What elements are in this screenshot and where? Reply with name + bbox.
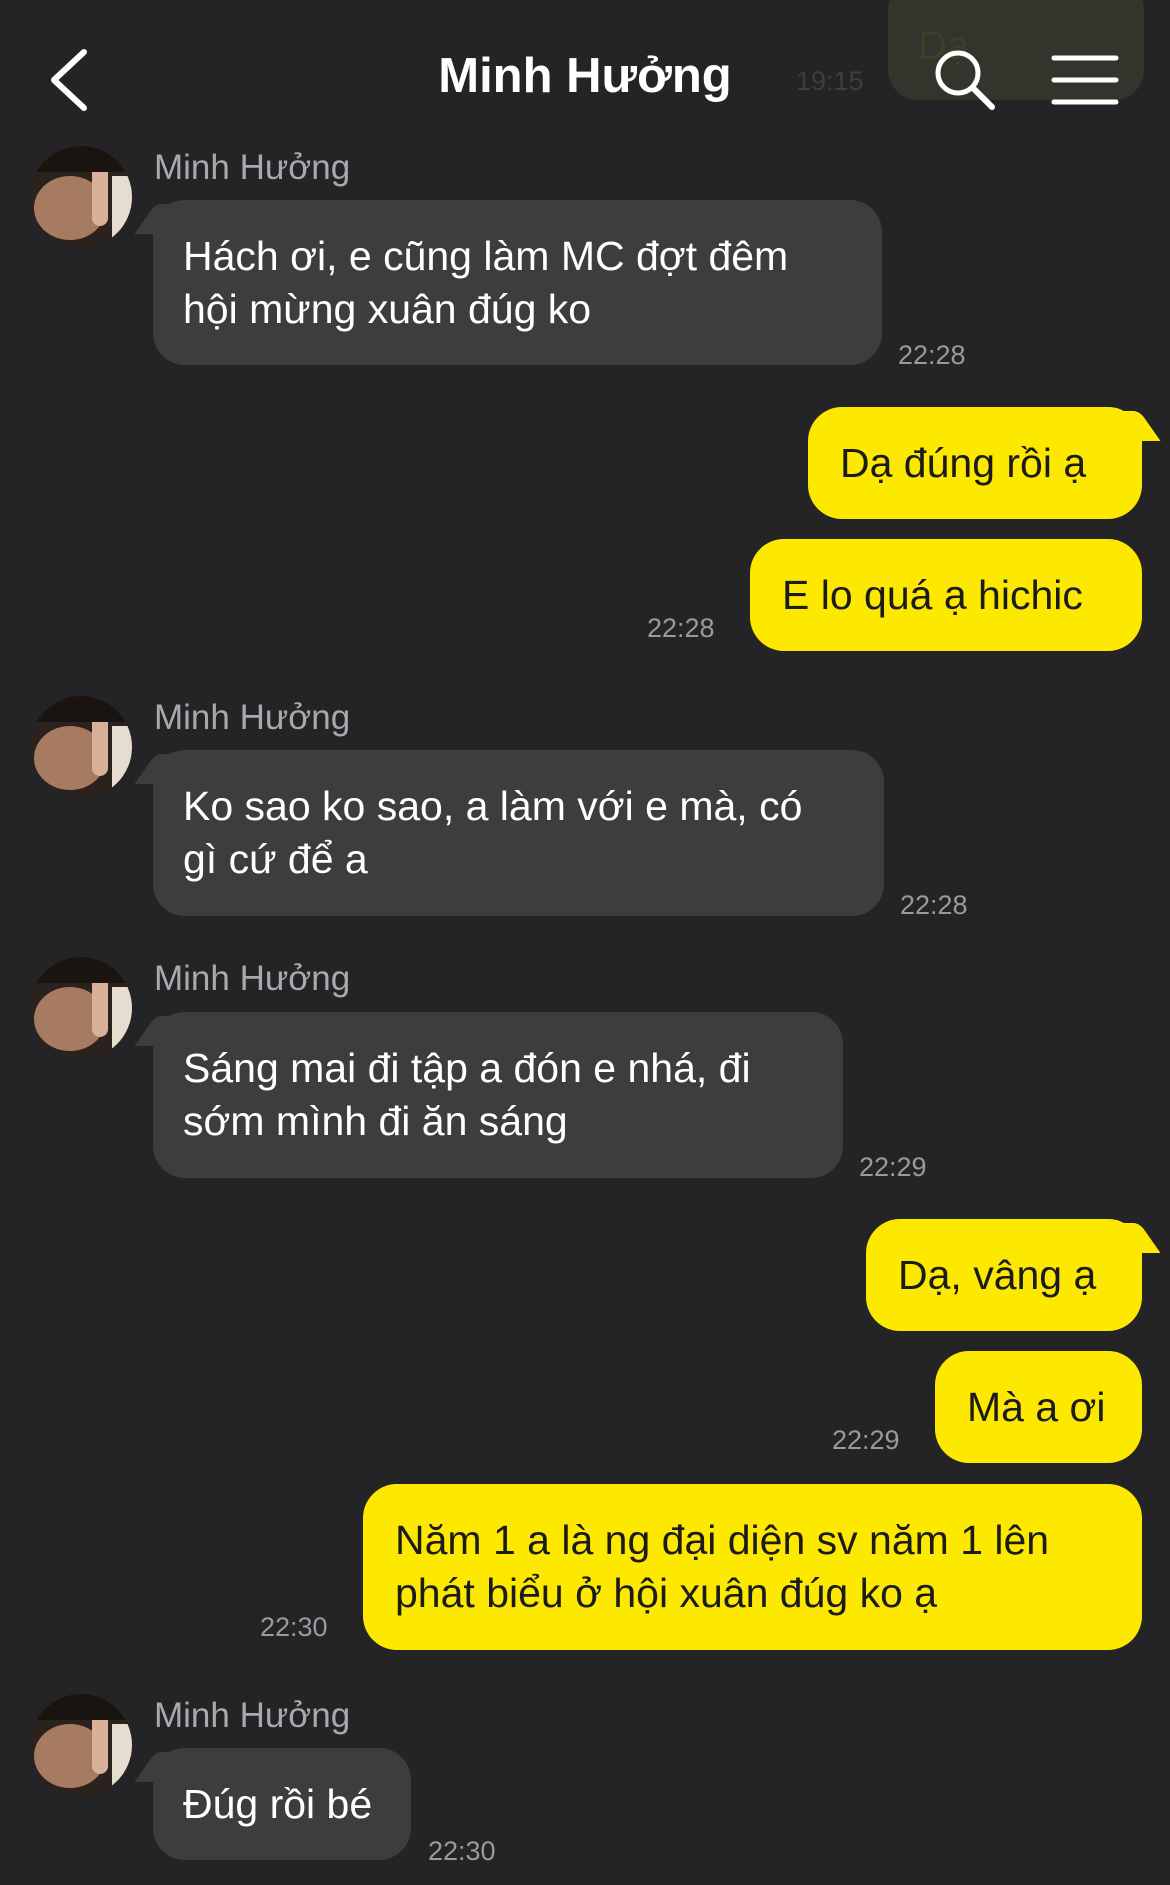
sender-name: Minh Hưởng bbox=[154, 959, 351, 998]
menu-button[interactable] bbox=[1050, 50, 1120, 110]
message-bubble-outgoing[interactable]: Năm 1 a là ng đại diện sv năm 1 lên phát… bbox=[363, 1484, 1142, 1650]
search-icon bbox=[935, 50, 995, 110]
message-timestamp: 22:30 bbox=[428, 1836, 496, 1866]
message-line: sớm mình đi ăn sáng bbox=[183, 1098, 568, 1144]
message-line: Ko sao ko sao, a làm với e mà, có bbox=[183, 783, 803, 829]
message-line: Hách ơi, e cũng làm MC đợt đêm bbox=[183, 233, 789, 279]
sender-name: Minh Hưởng bbox=[154, 1696, 351, 1735]
message-timestamp: 22:28 bbox=[900, 890, 968, 920]
chat-header: Minh Hưởng bbox=[0, 0, 1170, 150]
sender-avatar[interactable] bbox=[30, 957, 132, 1059]
hamburger-menu-icon bbox=[1051, 55, 1119, 105]
message-bubble-incoming[interactable]: Hách ơi, e cũng làm MC đợt đêm hội mừng … bbox=[153, 200, 882, 365]
message-bubble-incoming[interactable]: Đúg rồi bé bbox=[153, 1748, 411, 1860]
message-bubble-outgoing[interactable]: E lo quá ạ hichic bbox=[750, 539, 1142, 651]
message-line: Dạ đúng rồi ạ bbox=[840, 440, 1087, 486]
search-button[interactable] bbox=[930, 45, 1000, 115]
avatar-photo bbox=[30, 957, 132, 1059]
message-timestamp: 22:28 bbox=[898, 340, 966, 370]
sender-avatar[interactable] bbox=[30, 1694, 132, 1796]
message-line: E lo quá ạ hichic bbox=[782, 572, 1083, 618]
message-line: Năm 1 a là ng đại diện sv năm 1 lên bbox=[395, 1517, 1050, 1563]
avatar-photo bbox=[30, 696, 132, 798]
message-bubble-outgoing[interactable]: Dạ đúng rồi ạ bbox=[808, 407, 1142, 519]
message-line: hội mừng xuân đúg ko bbox=[183, 286, 592, 332]
sender-avatar[interactable] bbox=[30, 146, 132, 248]
message-timestamp: 22:28 bbox=[647, 613, 715, 643]
message-timestamp: 22:29 bbox=[832, 1425, 900, 1455]
message-bubble-outgoing[interactable]: Mà a ơi bbox=[935, 1351, 1142, 1463]
message-line: Sáng mai đi tập a đón e nhá, đi bbox=[183, 1045, 751, 1091]
message-bubble-incoming[interactable]: Sáng mai đi tập a đón e nhá, đi sớm mình… bbox=[153, 1012, 843, 1178]
avatar-photo bbox=[30, 146, 132, 248]
sender-avatar[interactable] bbox=[30, 696, 132, 798]
message-line: gì cứ để a bbox=[183, 836, 368, 882]
message-line: phát biểu ở hội xuân đúg ko ạ bbox=[395, 1570, 938, 1616]
message-line: Mà a ơi bbox=[967, 1384, 1106, 1430]
message-line: Dạ, vâng ạ bbox=[898, 1252, 1097, 1298]
avatar-photo bbox=[30, 1694, 132, 1796]
message-timestamp: 22:30 bbox=[260, 1612, 328, 1642]
message-line: Đúg rồi bé bbox=[183, 1781, 373, 1827]
message-timestamp: 22:29 bbox=[859, 1152, 927, 1182]
message-bubble-incoming[interactable]: Ko sao ko sao, a làm với e mà, có gì cứ … bbox=[153, 750, 884, 916]
sender-name: Minh Hưởng bbox=[154, 698, 351, 737]
sender-name: Minh Hưởng bbox=[154, 148, 351, 187]
message-bubble-outgoing[interactable]: Dạ, vâng ạ bbox=[866, 1219, 1142, 1331]
